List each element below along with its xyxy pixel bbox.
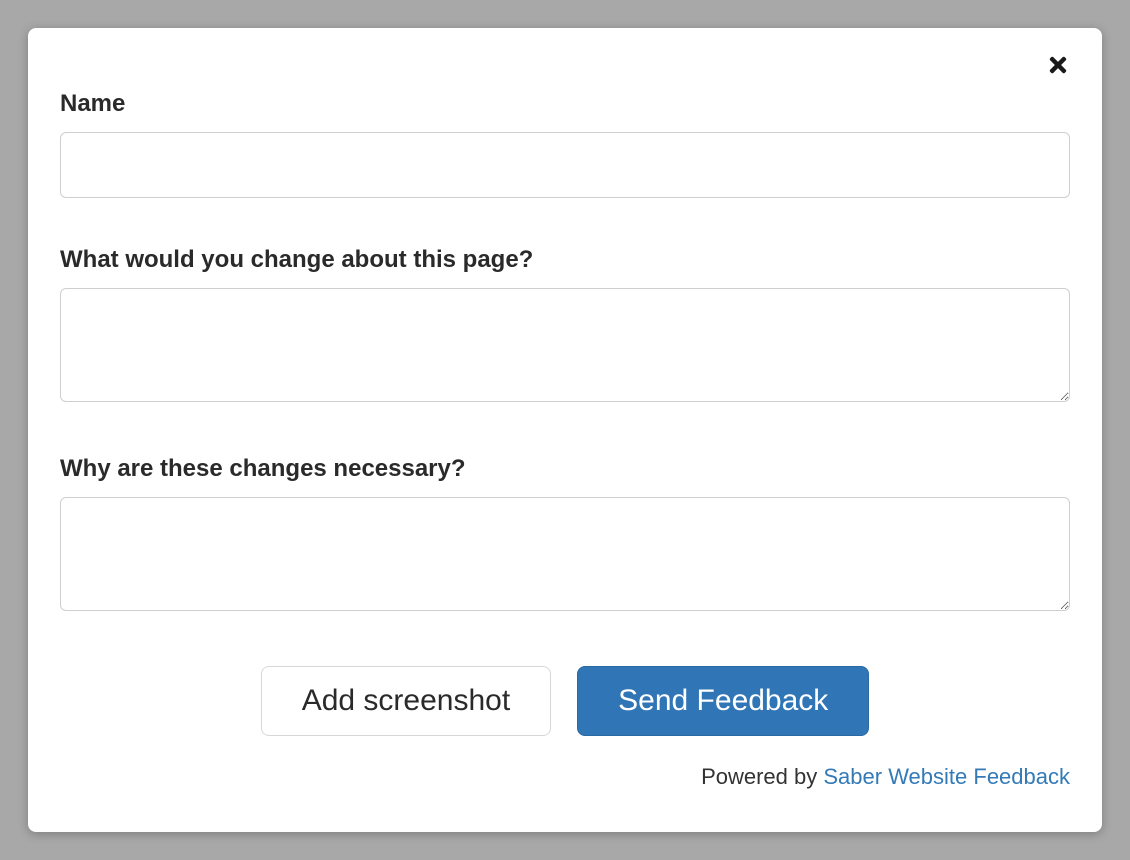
- powered-by-prefix: Powered by: [701, 764, 823, 789]
- powered-by-footer: Powered by Saber Website Feedback: [60, 764, 1070, 790]
- name-field-group: Name: [60, 60, 1070, 198]
- name-input[interactable]: [60, 132, 1070, 198]
- powered-by-link[interactable]: Saber Website Feedback: [823, 764, 1070, 789]
- why-textarea[interactable]: [60, 497, 1070, 611]
- change-textarea[interactable]: [60, 288, 1070, 402]
- close-button[interactable]: [1042, 50, 1074, 82]
- why-field-group: Why are these changes necessary?: [60, 427, 1070, 616]
- add-screenshot-button[interactable]: Add screenshot: [261, 666, 551, 736]
- change-label: What would you change about this page?: [60, 246, 1070, 274]
- close-icon: [1046, 53, 1070, 80]
- feedback-modal: Name What would you change about this pa…: [28, 28, 1102, 832]
- name-label: Name: [60, 90, 1070, 118]
- change-field-group: What would you change about this page?: [60, 218, 1070, 407]
- why-label: Why are these changes necessary?: [60, 455, 1070, 483]
- button-row: Add screenshot Send Feedback: [60, 666, 1070, 736]
- send-feedback-button[interactable]: Send Feedback: [577, 666, 869, 736]
